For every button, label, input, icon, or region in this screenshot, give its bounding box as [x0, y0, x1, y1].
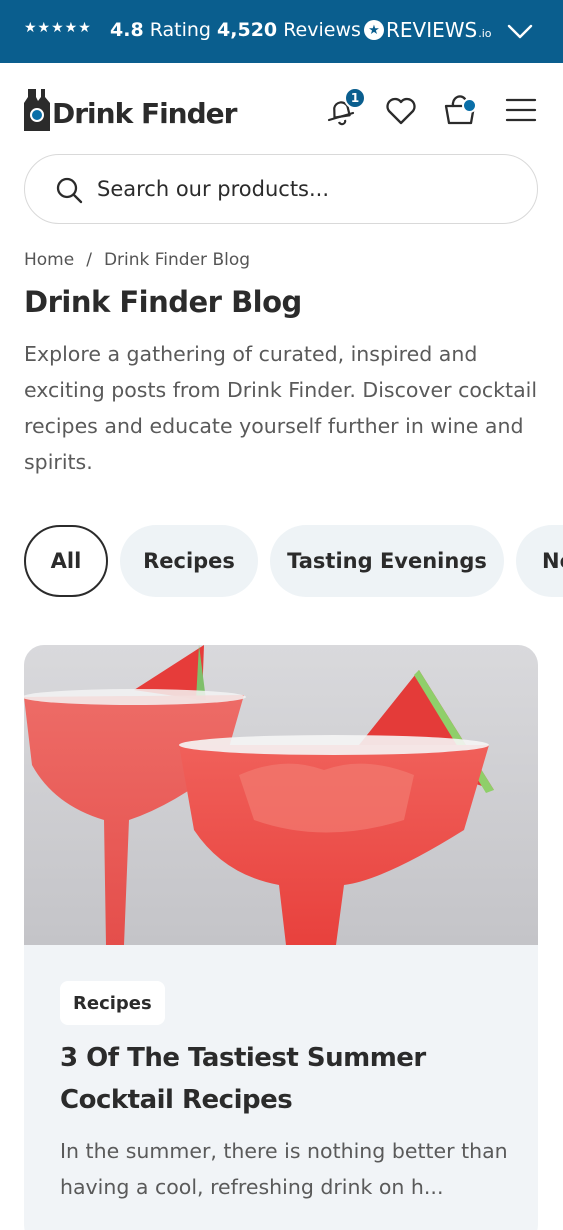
filter-chip-tasting-evenings[interactable]: Tasting Evenings [270, 525, 504, 597]
reviews-star-icon: ★ [364, 20, 384, 40]
chevron-down-icon[interactable] [506, 18, 534, 44]
heart-icon[interactable] [384, 94, 418, 128]
search-input[interactable]: Search our products... [24, 154, 538, 224]
post-title[interactable]: 3 Of The Tastiest Summer Cocktail Recipe… [60, 1037, 500, 1121]
page-title: Drink Finder Blog [24, 285, 302, 319]
menu-icon[interactable] [504, 93, 538, 127]
rating-text: 4.8 Rating 4,520 Reviews [110, 19, 361, 41]
cocktail-image [24, 645, 538, 945]
brand-logo[interactable]: Drink Finder [24, 87, 237, 131]
reviews-io-logo: ★ REVIEWS .io [364, 18, 492, 42]
post-category-tag[interactable]: Recipes [60, 981, 165, 1025]
search-icon [56, 177, 83, 204]
category-filter: All Recipes Tasting Evenings Ne [0, 525, 563, 597]
breadcrumb: Home / Drink Finder Blog [24, 250, 250, 270]
breadcrumb-home[interactable]: Home [24, 250, 74, 270]
breadcrumb-current: Drink Finder Blog [103, 250, 251, 270]
blog-post-card[interactable]: Recipes 3 Of The Tastiest Summer Cocktai… [24, 645, 538, 1230]
page-intro: Explore a gathering of curated, inspired… [24, 342, 538, 474]
filter-chip-partial[interactable]: Ne [516, 525, 563, 597]
reviews-bar[interactable]: ★★★★★ 4.8 Rating 4,520 Reviews ★ REVIEWS.… [0, 0, 563, 63]
cart-indicator-dot [462, 98, 477, 113]
search-placeholder: Search our products... [97, 177, 330, 201]
bottle-logo-icon [24, 89, 50, 131]
brand-name: Drink Finder [52, 97, 237, 130]
breadcrumb-separator: / [86, 250, 92, 270]
rating-stars: ★★★★★ [24, 20, 92, 36]
post-excerpt: In the summer, there is nothing better t… [60, 1139, 508, 1199]
notification-badge: 1 [344, 87, 366, 109]
filter-chip-all[interactable]: All [24, 525, 108, 597]
filter-chip-recipes[interactable]: Recipes [120, 525, 258, 597]
site-header: Drink Finder [0, 63, 563, 153]
